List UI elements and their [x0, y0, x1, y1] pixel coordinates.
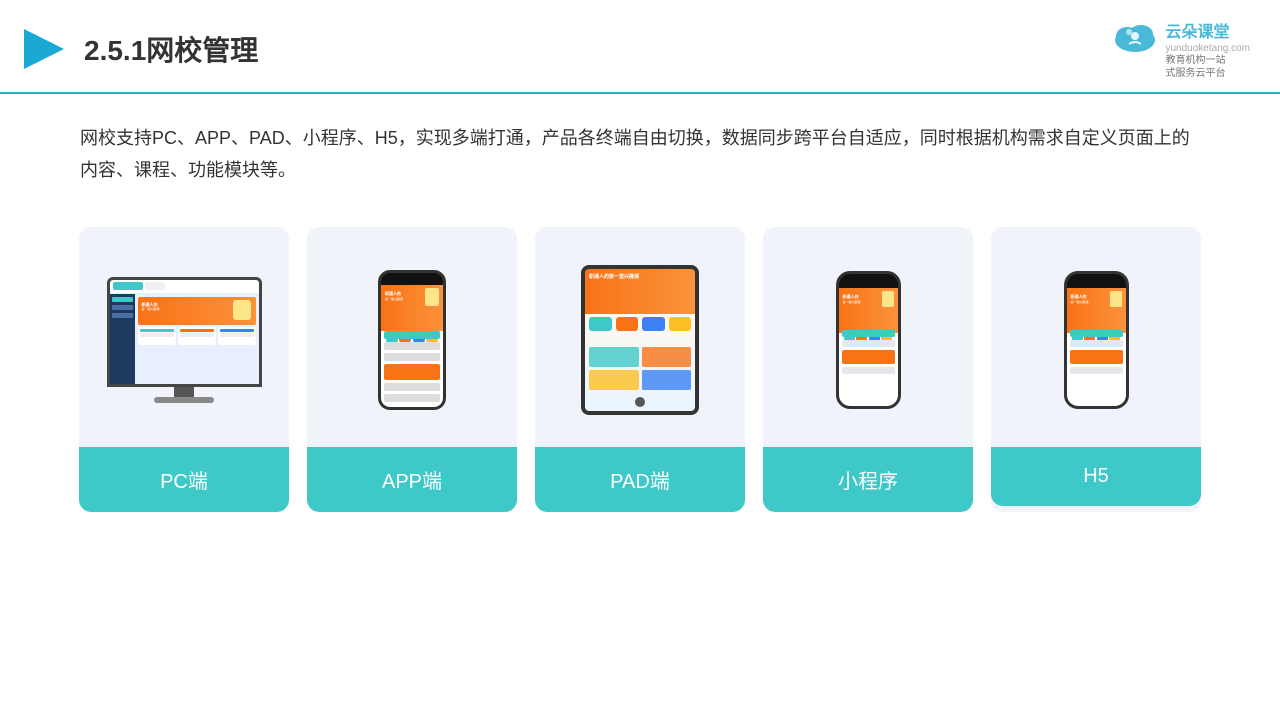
pc-mockup: 职通人的 第一堂兴趣课 [107, 277, 262, 403]
logo-name: 云朵课堂 [1165, 18, 1229, 42]
app-phone-mockup: 职通人的 第一堂兴趣课 [378, 270, 446, 410]
card-miniprogram: 职通人的 第一堂兴趣课 [763, 227, 973, 512]
pc-monitor: 职通人的 第一堂兴趣课 [107, 277, 262, 387]
card-pc-label: PC端 [79, 447, 289, 512]
header: 2.5.1网校管理 云朵课堂 yunduoketang.com 教育机构一站 式… [0, 0, 1280, 94]
card-pad-image: 职通人的第一堂兴趣课 [535, 227, 745, 447]
pad-tablet-mockup: 职通人的第一堂兴趣课 [581, 265, 699, 415]
card-app: 职通人的 第一堂兴趣课 [307, 227, 517, 512]
card-app-label: APP端 [307, 447, 517, 512]
cards-container: 职通人的 第一堂兴趣课 [0, 197, 1280, 512]
logo-url: yunduoketang.com [1165, 43, 1250, 54]
card-miniprogram-image: 职通人的 第一堂兴趣课 [763, 227, 973, 447]
card-pc-image: 职通人的 第一堂兴趣课 [79, 227, 289, 447]
description-text: 网校支持PC、APP、PAD、小程序、H5，实现多端打通，产品各终端自由切换，数… [80, 128, 1190, 180]
card-pad-label: PAD端 [535, 447, 745, 512]
play-icon [20, 25, 68, 73]
logo-text-group: 云朵课堂 yunduoketang.com 教育机构一站 式服务云平台 [1165, 18, 1250, 80]
page-title: 2.5.1网校管理 [84, 29, 258, 69]
header-left: 2.5.1网校管理 [20, 25, 258, 73]
cloud-icon [1109, 18, 1161, 56]
logo-slogan: 教育机构一站 式服务云平台 [1165, 54, 1225, 80]
h5-phone-mockup: 职通人的 第一堂兴趣课 [1064, 271, 1129, 409]
card-app-image: 职通人的 第一堂兴趣课 [307, 227, 517, 447]
card-pc: 职通人的 第一堂兴趣课 [79, 227, 289, 512]
miniprogram-phone-mockup: 职通人的 第一堂兴趣课 [836, 271, 901, 409]
logo-area: 云朵课堂 yunduoketang.com 教育机构一站 式服务云平台 [1109, 18, 1250, 80]
card-miniprogram-label: 小程序 [763, 447, 973, 512]
card-h5: 职通人的 第一堂兴趣课 [991, 227, 1201, 512]
card-h5-image: 职通人的 第一堂兴趣课 [991, 227, 1201, 447]
card-pad: 职通人的第一堂兴趣课 [535, 227, 745, 512]
description: 网校支持PC、APP、PAD、小程序、H5，实现多端打通，产品各终端自由切换，数… [0, 94, 1280, 197]
card-h5-label: H5 [991, 447, 1201, 506]
